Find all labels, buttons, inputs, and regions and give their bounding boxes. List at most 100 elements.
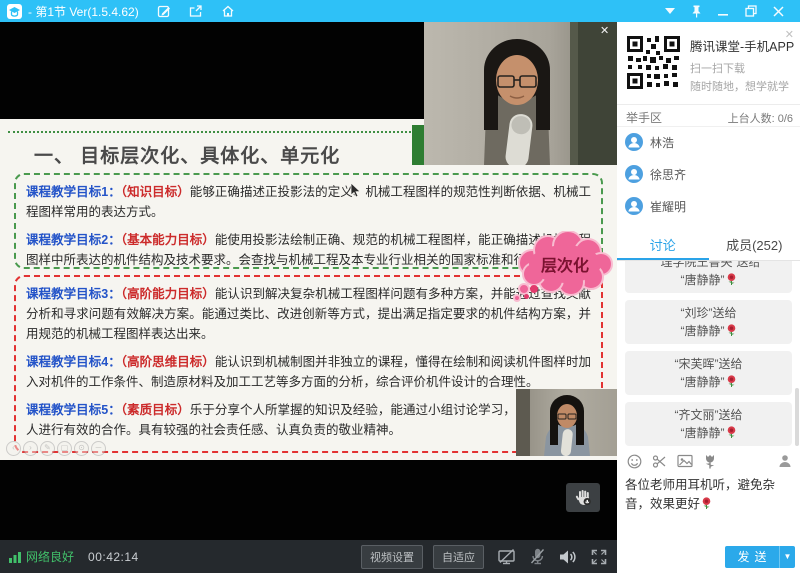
laser-pointer-dot [530,285,538,293]
promo-subtitle-1: 扫一扫下载 [690,60,745,76]
webcam-close-icon[interactable]: ✕ [600,26,609,37]
tab-members[interactable]: 成员(252) [709,232,800,260]
member-person-icon[interactable] [778,454,792,468]
scissors-icon[interactable] [652,454,667,469]
zoom-tool-button[interactable]: ⊙ [74,441,89,456]
teacher-webcam-small-video [516,389,617,456]
gift-giver: “刘珍”送给 [681,306,737,320]
objective-3: 课程教学目标3：（高阶能力目标）能认识到解决复杂机械工程图样问题有多种方案，并能… [26,284,591,344]
close-icon[interactable] [773,6,784,17]
objective-5: 课程教学目标5：（素质目标）乐于分享个人所掌握的知识及经验，能通过小组讨论学习，… [26,400,591,440]
gift-giver: “宋芙晖”送给 [675,357,743,371]
handraise-member[interactable]: 崔耀明 [617,190,800,222]
objective-1-category: （知识目标） [121,185,190,199]
chat-scrollbar[interactable] [795,388,799,446]
control-bar-right: 视频设置 自适应 [351,545,607,569]
slide-heading: 一、 目标层次化、具体化、单元化 [34,141,340,168]
prev-slide-button[interactable]: ‹ [6,441,21,456]
share-icon[interactable] [189,4,203,18]
pen-tool-button[interactable]: ✎ [40,441,55,456]
mouse-cursor [350,183,361,198]
handraise-list: 林浩 徐思齐 崔耀明 [617,126,800,232]
next-slide-button[interactable]: › [23,441,38,456]
window-title: - 第1节 Ver(1.5.4.62) [28,3,139,20]
laser-pointer-dot-small [524,294,529,299]
objective-3-category: （高阶能力目标） [121,287,215,301]
video-settings-button[interactable]: 视频设置 [361,545,423,569]
fullscreen-icon[interactable] [591,549,607,565]
objective-2-category: （基本能力目标） [121,233,215,247]
gift-receiver: “唐静静” [681,426,725,440]
image-icon[interactable] [677,454,693,468]
objective-3-label: 课程教学目标3： [26,287,121,301]
callout-text: 层次化 [541,256,589,275]
microphone-muted-icon[interactable] [529,548,546,565]
gift-message: “理学院王鲁央”送给 “唐静静” [625,261,792,293]
gift-message: “齐文丽”送给 “唐静静” [625,402,792,446]
class-timer: 00:42:14 [88,550,139,564]
objective-1-label: 课程教学目标1： [26,185,121,199]
send-row: 发送 ▼ [617,540,800,573]
objective-4-label: 课程教学目标4： [26,355,121,369]
network-status: 网络良好 [9,548,74,565]
chat-input-text: 各位老师用耳机听，避免杂音，效果更好 [625,478,775,511]
member-name: 林浩 [650,134,674,151]
eraser-tool-button[interactable]: ─ [91,441,106,456]
network-status-label: 网络良好 [26,548,74,565]
send-button[interactable]: 发送 [725,546,779,568]
gift-giver: “理学院王鲁央”送给 [657,261,761,269]
speaker-icon[interactable] [559,549,578,565]
objective-2-label: 课程教学目标2： [26,233,121,247]
sidebar: 腾讯课堂-手机APP 扫一扫下载 随时随地，想学就学 ✕ 举手区 上台人数: 0… [617,22,800,573]
gift-giver: “齐文丽”送给 [675,408,743,422]
gift-message: “刘珍”送给 “唐静静” [625,300,792,344]
avatar [625,165,643,183]
window-titlebar: - 第1节 Ver(1.5.4.62) [0,0,800,22]
member-name: 徐思齐 [650,166,686,183]
gift-receiver: “唐静静” [681,375,725,389]
restore-icon[interactable] [745,5,757,17]
edit-icon[interactable] [157,4,171,18]
avatar [625,133,643,151]
video-stage: 一、 目标层次化、具体化、单元化 课程教学目标1：（知识目标）能够正确描述正投影… [0,22,617,573]
rose-icon [726,426,737,439]
handraise-member[interactable]: 林浩 [617,126,800,158]
chat-toolbar [617,450,800,472]
rose-icon [726,273,737,286]
control-bar: 网络良好 00:42:14 视频设置 自适应 [0,540,617,573]
objective-2: 课程教学目标2：（基本能力目标）能使用投影法绘制正确、规范的机械工程图样，能正确… [26,230,591,270]
avatar [625,197,643,215]
chat-input[interactable]: 各位老师用耳机听，避免杂音，效果更好 [617,472,800,540]
objective-1: 课程教学目标1：（知识目标）能够正确描述正投影法的定义、机械工程图样的规范性判断… [26,182,591,222]
promo-close-icon[interactable]: ✕ [785,28,794,41]
gift-receiver: “唐静静” [681,273,725,287]
chevron-down-icon[interactable] [665,8,675,15]
teacher-webcam-video [424,22,617,165]
pin-icon[interactable] [691,5,702,18]
screen-share-off-icon[interactable] [497,548,516,565]
app-logo-icon [7,4,22,19]
stage-count-label: 上台人数: 0/6 [728,110,793,126]
home-icon[interactable] [221,4,235,18]
app-promo-card: 腾讯课堂-手机APP 扫一扫下载 随时随地，想学就学 ✕ [617,22,800,105]
raise-hand-button[interactable] [566,483,600,512]
qr-code [625,34,682,91]
gift-receiver: “唐静静” [681,324,725,338]
handraise-member[interactable]: 徐思齐 [617,158,800,190]
chat-message-list: “理学院王鲁央”送给 “唐静静” “刘珍”送给 “唐静静” “宋芙晖”送给 “唐… [617,261,800,450]
shape-tool-button[interactable]: ▢ [57,441,72,456]
objective-5-category: （素质目标） [121,403,190,417]
minimize-icon[interactable] [718,6,729,17]
window-controls [665,5,800,18]
promo-title: 腾讯课堂-手机APP [690,36,794,55]
rose-icon [726,375,737,388]
send-options-dropdown[interactable]: ▼ [779,546,795,568]
network-signal-icon [9,551,22,563]
adaptive-button[interactable]: 自适应 [433,545,484,569]
emoji-icon[interactable] [627,454,642,469]
sidebar-tabs: 讨论 成员(252) [617,232,800,261]
tab-discussion[interactable]: 讨论 [617,232,709,260]
member-name: 崔耀明 [650,198,686,215]
flower-gift-icon[interactable] [703,454,717,469]
objective-4-category: （高阶思维目标） [121,355,215,369]
